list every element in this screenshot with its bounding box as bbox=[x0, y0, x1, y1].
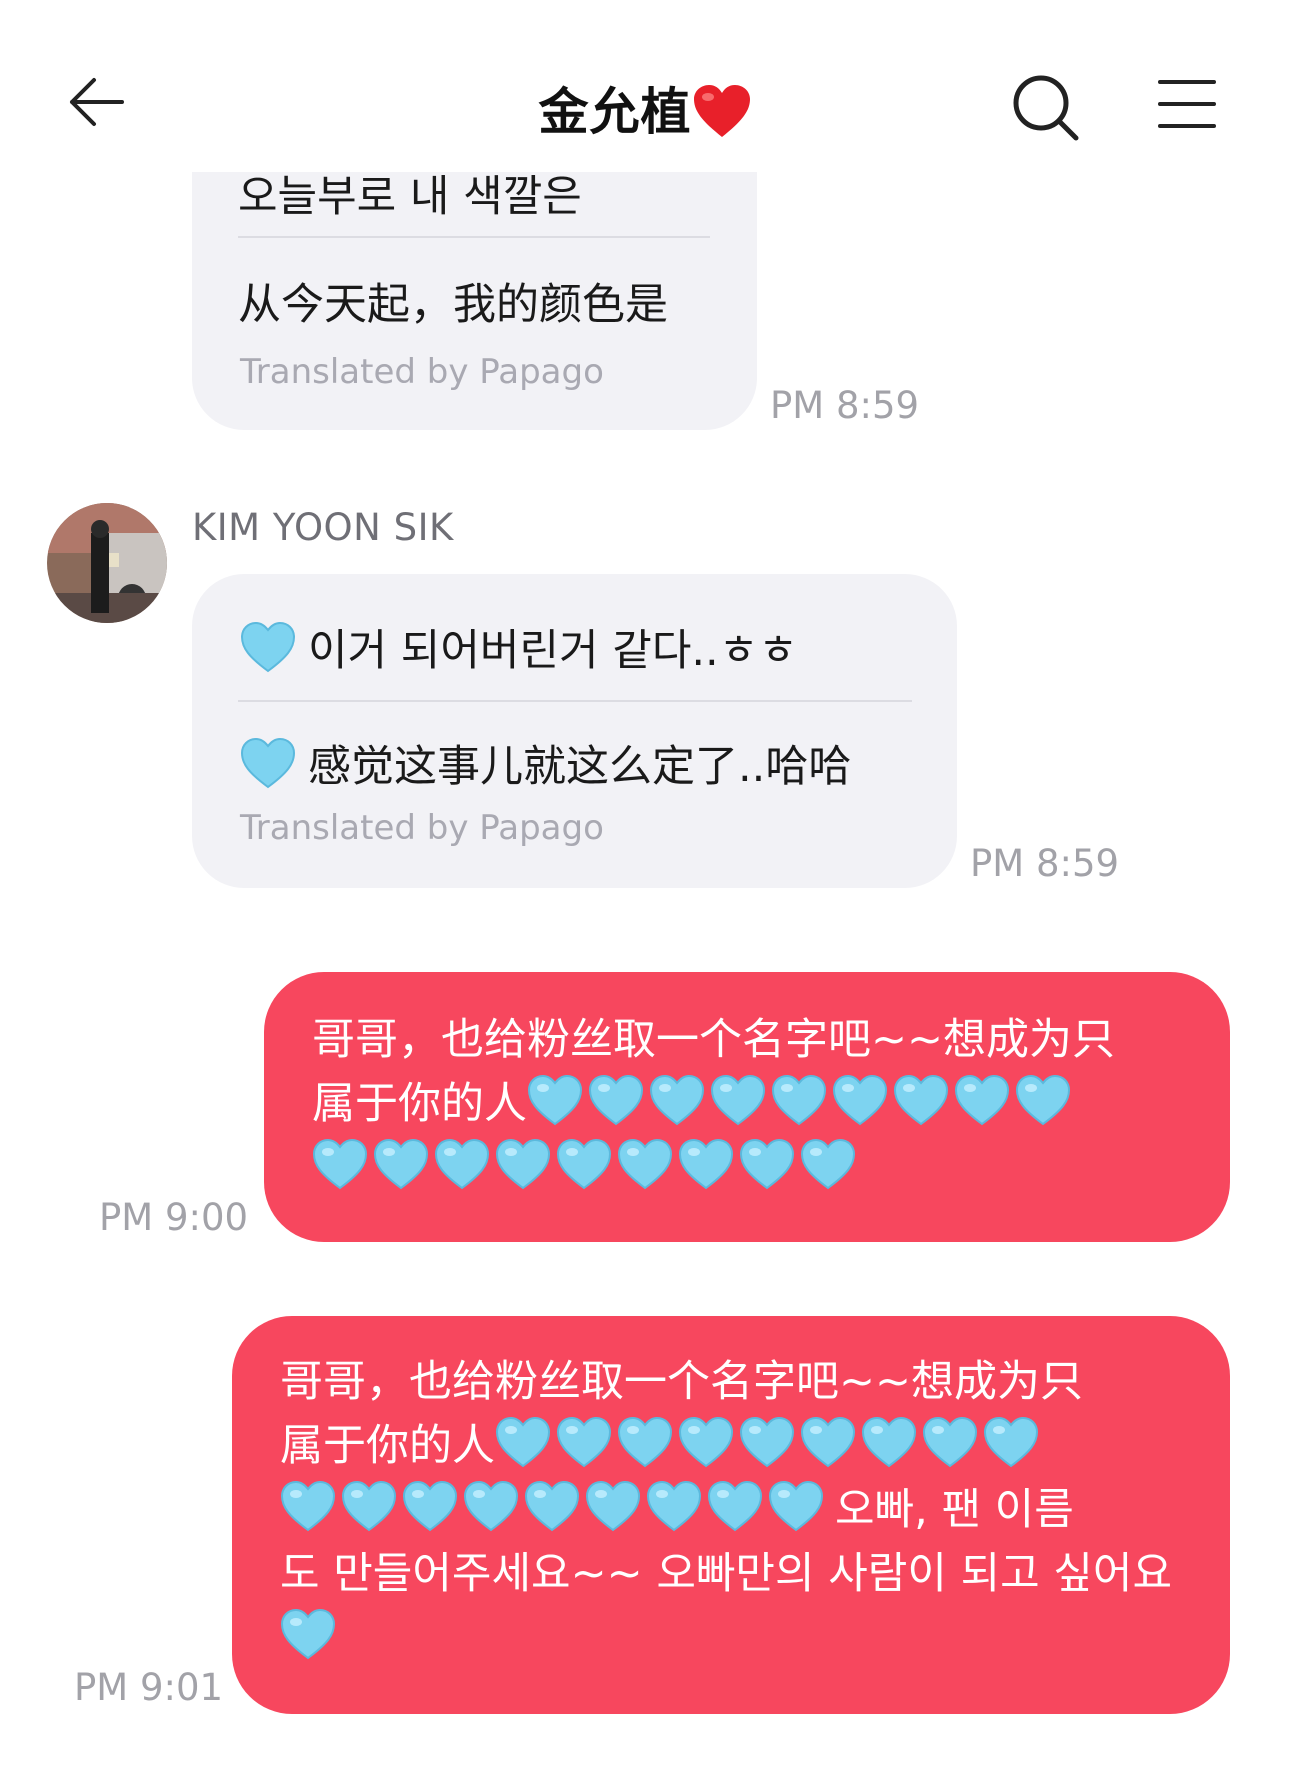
message-line: 도 만들어주세요~~ 오빠만의 사람이 되고 싶어요 bbox=[280, 1549, 1173, 1599]
search-icon[interactable] bbox=[1010, 72, 1080, 142]
sender-name: KIM YOON SIK bbox=[192, 506, 454, 549]
light-blue-heart-icon bbox=[556, 1138, 612, 1190]
message-timestamp: PM 8:59 bbox=[770, 384, 920, 427]
message-timestamp: PM 8:59 bbox=[970, 842, 1120, 885]
light-blue-heart-icon bbox=[861, 1416, 917, 1468]
light-blue-heart-icon bbox=[240, 621, 296, 673]
avatar[interactable] bbox=[47, 503, 167, 623]
light-blue-heart-icon bbox=[280, 1480, 336, 1532]
light-blue-heart-icon bbox=[954, 1074, 1010, 1126]
heart-row bbox=[527, 1074, 1076, 1129]
light-blue-heart-icon bbox=[240, 737, 296, 789]
light-blue-heart-icon bbox=[771, 1074, 827, 1126]
original-message-text: 이거 되어버린거 같다..ㅎㅎ bbox=[308, 626, 798, 676]
translated-text: 感觉这事儿就这么定了..哈哈 bbox=[240, 732, 851, 794]
chat-title: 金允植 bbox=[538, 83, 692, 141]
light-blue-heart-icon bbox=[312, 1138, 368, 1190]
menu-icon[interactable] bbox=[1158, 78, 1216, 130]
light-blue-heart-icon bbox=[524, 1480, 580, 1532]
light-blue-heart-icon bbox=[649, 1074, 705, 1126]
light-blue-heart-icon bbox=[678, 1416, 734, 1468]
light-blue-heart-icon bbox=[983, 1416, 1039, 1468]
translation-divider bbox=[238, 236, 710, 238]
message-line: 오빠, 팬 이름 bbox=[280, 1478, 1200, 1542]
translated-by-label: Translated by Papago bbox=[240, 352, 604, 392]
light-blue-heart-icon bbox=[341, 1480, 397, 1532]
outgoing-message-bubble[interactable]: 哥哥，也给粉丝取一个名字吧~~想成为只 属于你的人 bbox=[264, 972, 1230, 1242]
light-blue-heart-icon bbox=[739, 1416, 795, 1468]
light-blue-heart-icon bbox=[800, 1416, 856, 1468]
message-line: 属于你的人 bbox=[312, 1072, 1190, 1136]
light-blue-heart-icon bbox=[495, 1138, 551, 1190]
red-heart-icon bbox=[692, 83, 752, 139]
translated-message-text: 感觉这事儿就这么定了..哈哈 bbox=[308, 742, 852, 792]
message-line: 哥哥，也给粉丝取一个名字吧~~想成为只 bbox=[280, 1357, 1084, 1407]
translation-divider bbox=[238, 700, 912, 702]
light-blue-heart-icon bbox=[678, 1138, 734, 1190]
light-blue-heart-icon bbox=[739, 1138, 795, 1190]
message-text: 오빠, 팬 이름 bbox=[835, 1485, 1074, 1535]
light-blue-heart-icon bbox=[463, 1480, 519, 1532]
light-blue-heart-icon bbox=[434, 1138, 490, 1190]
heart-row bbox=[312, 1138, 861, 1193]
translated-by-label: Translated by Papago bbox=[240, 808, 604, 848]
light-blue-heart-icon bbox=[585, 1480, 641, 1532]
light-blue-heart-icon bbox=[617, 1138, 673, 1190]
light-blue-heart-icon bbox=[768, 1480, 824, 1532]
message-timestamp: PM 9:00 bbox=[99, 1196, 249, 1239]
incoming-message-bubble[interactable]: 이거 되어버린거 같다..ㅎㅎ 感觉这事儿就这么定了..哈哈 Translate… bbox=[192, 574, 957, 888]
translated-text: 从今天起，我的颜色是 bbox=[238, 280, 668, 330]
light-blue-heart-icon bbox=[832, 1074, 888, 1126]
light-blue-heart-icon bbox=[617, 1416, 673, 1468]
light-blue-heart-icon bbox=[800, 1138, 856, 1190]
light-blue-heart-icon bbox=[710, 1074, 766, 1126]
light-blue-heart-icon bbox=[402, 1480, 458, 1532]
light-blue-heart-icon bbox=[495, 1416, 551, 1468]
message-line bbox=[280, 1606, 1200, 1670]
page-title: 金允植 bbox=[0, 72, 1290, 144]
light-blue-heart-icon bbox=[893, 1074, 949, 1126]
original-text: 이거 되어버린거 같다..ㅎㅎ bbox=[240, 616, 798, 678]
chat-header: 金允植 bbox=[0, 0, 1290, 172]
message-line: 哥哥，也给粉丝取一个名字吧~~想成为只 bbox=[312, 1015, 1116, 1065]
message-text: 属于你的人 bbox=[280, 1421, 495, 1471]
message-line bbox=[312, 1136, 1190, 1200]
light-blue-heart-icon bbox=[1015, 1074, 1071, 1126]
message-line: 属于你的人 bbox=[280, 1414, 1200, 1478]
heart-row bbox=[280, 1480, 829, 1535]
heart-row bbox=[280, 1608, 341, 1663]
light-blue-heart-icon bbox=[588, 1074, 644, 1126]
heart-row bbox=[495, 1416, 1044, 1471]
light-blue-heart-icon bbox=[373, 1138, 429, 1190]
message-timestamp: PM 9:01 bbox=[74, 1666, 224, 1709]
message-text: 属于你的人 bbox=[312, 1079, 527, 1129]
light-blue-heart-icon bbox=[280, 1608, 336, 1660]
outgoing-message-bubble[interactable]: 哥哥，也给粉丝取一个名字吧~~想成为只 属于你的人 오빠, 팬 이름 도 만들어… bbox=[232, 1316, 1230, 1714]
light-blue-heart-icon bbox=[646, 1480, 702, 1532]
light-blue-heart-icon bbox=[556, 1416, 612, 1468]
light-blue-heart-icon bbox=[922, 1416, 978, 1468]
light-blue-heart-icon bbox=[527, 1074, 583, 1126]
light-blue-heart-icon bbox=[707, 1480, 763, 1532]
